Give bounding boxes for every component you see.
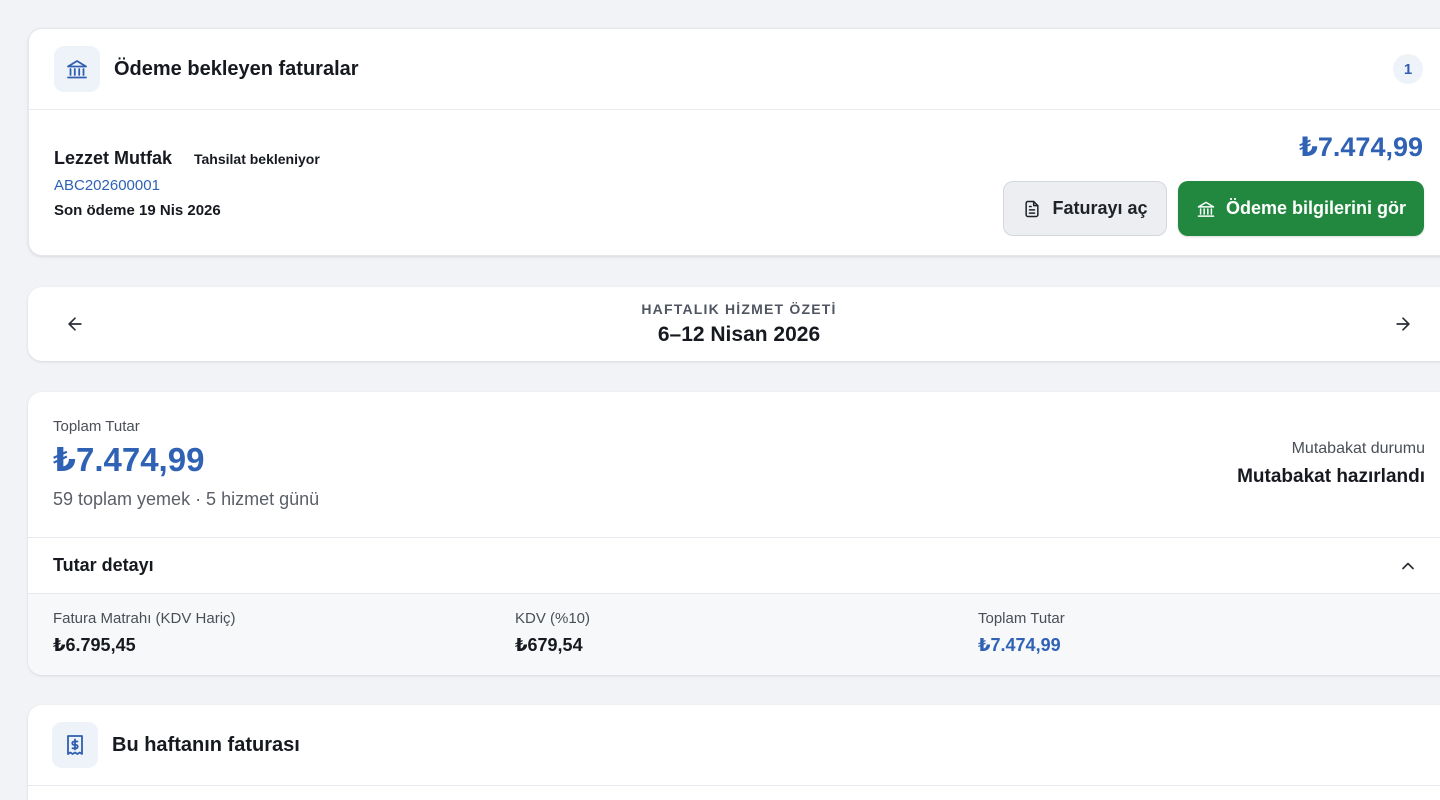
detail-value: ₺6.795,45 (53, 635, 136, 655)
detail-label: KDV (%10) (515, 610, 591, 627)
invoice-number-link[interactable]: ABC202600001 (54, 177, 160, 194)
detail-label: Fatura Matrahı (KDV Hariç) (53, 610, 236, 627)
payment-info-label: Ödeme bilgilerini gör (1225, 198, 1407, 218)
detail-value: ₺7.474,99 (978, 635, 1061, 655)
weekly-invoice-title: Bu haftanın faturası (112, 734, 300, 756)
payment-info-button[interactable]: Ödeme bilgilerini gör (1178, 181, 1424, 236)
amount-detail-body: Fatura Matrahı (KDV Hariç) ₺6.795,45 KDV… (28, 594, 1440, 675)
weekly-invoice-card: Bu haftanın faturası (28, 705, 1440, 800)
due-date: Son ödeme 19 Nis 2026 (54, 202, 221, 219)
meal-summary: 59 toplam yemek · 5 hizmet günü (53, 489, 320, 509)
week-range: 6–12 Nisan 2026 (657, 323, 821, 346)
week-caption: HAFTALIK HİZMET ÖZETİ (641, 301, 837, 317)
open-invoice-label: Faturayı aç (1052, 198, 1148, 218)
detail-base-amount: Fatura Matrahı (KDV Hariç) ₺6.795,45 (53, 610, 236, 656)
vendor-name: Lezzet Mutfak (54, 148, 173, 168)
pending-invoices-header: Ödeme bekleyen faturalar 1 (29, 29, 1440, 110)
week-navigator-card: HAFTALIK HİZMET ÖZETİ 6–12 Nisan 2026 (28, 287, 1440, 361)
amount-detail-toggle[interactable]: Tutar detayı (28, 537, 1440, 594)
weekly-invoice-header: Bu haftanın faturası (28, 705, 1440, 786)
arrow-right-icon[interactable] (1391, 312, 1415, 336)
open-invoice-button[interactable]: Faturayı aç (1003, 181, 1167, 236)
document-icon (1022, 199, 1042, 219)
reconciliation-label: Mutabakat durumu (1291, 440, 1425, 457)
total-label: Toplam Tutar (53, 418, 140, 435)
reconciliation-status: Mutabakat hazırlandı (1237, 466, 1425, 487)
receipt-dollar-icon (52, 722, 98, 768)
bank-icon (54, 46, 100, 92)
detail-value: ₺679,54 (515, 635, 583, 655)
pending-invoices-card: Ödeme bekleyen faturalar 1 Lezzet Mutfak… (28, 28, 1440, 256)
chevron-up-icon[interactable] (1398, 556, 1418, 576)
detail-vat: KDV (%10) ₺679,54 (515, 610, 590, 656)
total-amount: ₺7.474,99 (53, 441, 205, 478)
detail-label: Toplam Tutar (978, 610, 1065, 627)
pending-amount: ₺7.474,99 (1299, 132, 1423, 162)
pending-invoices-title: Ödeme bekleyen faturalar (114, 58, 359, 80)
bank-icon (1196, 199, 1216, 219)
summary-card: Toplam Tutar ₺7.474,99 59 toplam yemek ·… (28, 392, 1440, 675)
pending-count-badge: 1 (1393, 54, 1423, 84)
status-badge: Tahsilat bekleniyor (194, 151, 320, 167)
detail-total: Toplam Tutar ₺7.474,99 (978, 610, 1065, 656)
amount-detail-title: Tutar detayı (53, 555, 154, 575)
